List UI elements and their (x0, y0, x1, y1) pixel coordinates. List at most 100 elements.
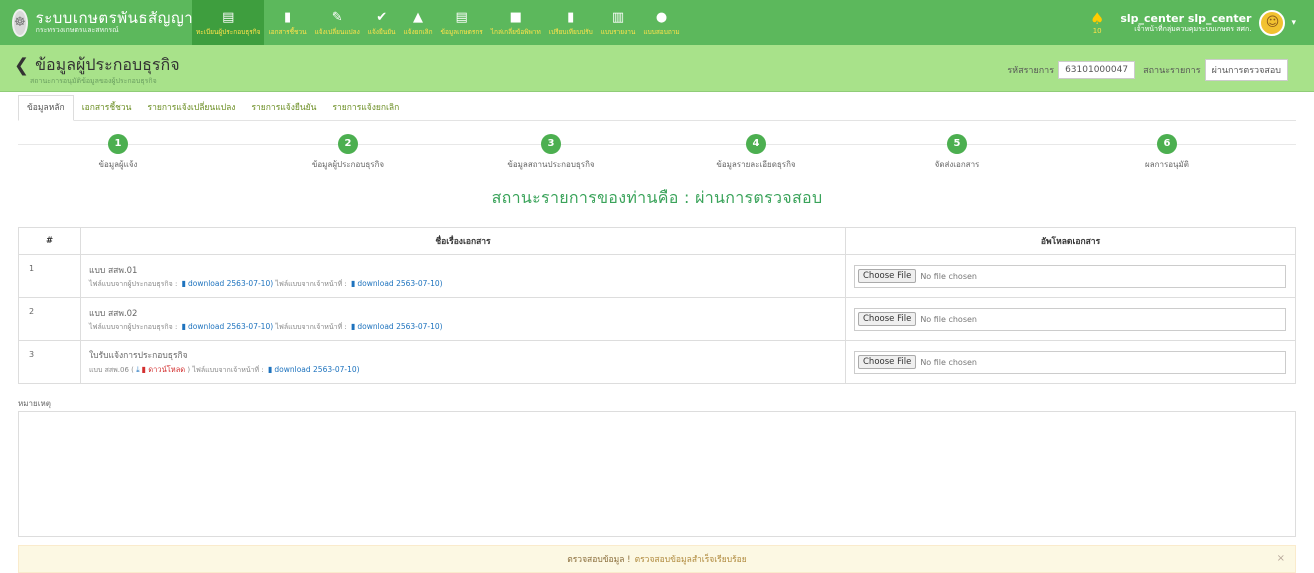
alert-message: ตรวจสอบข้อมูลสำเร็จเรียบร้อย (634, 555, 747, 565)
download-link[interactable]: download 2563-07-10) (357, 279, 442, 288)
document-links: ไฟล์แบบจากผู้ประกอบธุรกิจ : ▮ download 25… (89, 322, 845, 333)
nav-label: เปรียบเทียบปรับ (548, 28, 593, 36)
avatar[interactable]: ☺ (1259, 9, 1286, 36)
row-number: 3 (18, 340, 81, 384)
status-value: ผ่านการตรวจสอบ (1204, 59, 1288, 81)
ministry-logo-icon: ☸ (12, 8, 28, 37)
main-nav: ▤ ทะเบียนผู้ประกอบธุรกิจ ▮ เอกสารชี้ชวน … (192, 0, 684, 45)
download-link[interactable]: download 2563-07-10) (274, 365, 359, 374)
step-label: ผลการอนุมัติ (1145, 160, 1189, 169)
id-card-icon: ▤ (222, 10, 235, 25)
brand-title: ระบบเกษตรพันธสัญญา (35, 9, 194, 28)
column-header-upload: อัพโหลดเอกสาร (845, 227, 1296, 255)
pdf-icon: ▮ (141, 365, 147, 374)
bell-icon: ♠ (1090, 8, 1105, 28)
file-input[interactable]: Choose File No file chosen (854, 264, 1286, 288)
document-links: แบบ สสพ.06 ( ⤓ ▮ ดาวน์โหลด ) ไฟล์แบบจากเจ… (89, 364, 845, 376)
download-link[interactable]: download 2563-07-10) (188, 322, 273, 331)
file-status: No file chosen (920, 357, 977, 367)
file-status: No file chosen (920, 271, 977, 281)
file-icon: ▮ (181, 278, 186, 288)
step-1[interactable]: 1 ข้อมูลผู้แจ้ง (38, 134, 198, 171)
step-6[interactable]: 6 ผลการอนุมัติ (1087, 134, 1247, 171)
download-link[interactable]: download 2563-07-10) (357, 322, 442, 331)
step-number: 4 (746, 134, 766, 154)
tab-main-info[interactable]: ข้อมูลหลัก (18, 95, 74, 121)
top-navbar: ☸ ระบบเกษตรพันธสัญญา กระทรวงเกษตรและสหกร… (0, 0, 1314, 45)
remark-textarea[interactable] (18, 411, 1296, 537)
step-number: 6 (1157, 134, 1177, 154)
status-label: สถานะรายการ (1143, 66, 1201, 76)
step-2[interactable]: 2 ข้อมูลผู้ประกอบธุรกิจ (268, 134, 428, 171)
step-label: ข้อมูลผู้แจ้ง (98, 160, 138, 169)
document-title: แบบ สสพ.02 (89, 308, 138, 319)
nav-item-mediation[interactable]: ■ ไกล่เกลี่ยข้อพิพาท (487, 0, 545, 45)
users-icon: ● (655, 10, 668, 25)
document-cell: ใบรับแจ้งการประกอบธุรกิจ แบบ สสพ.06 ( ⤓ ▮… (80, 340, 846, 384)
step-number: 5 (947, 134, 967, 154)
back-chevron-icon[interactable]: ❮ (14, 55, 29, 76)
nav-label: ทะเบียนผู้ประกอบธุรกิจ (196, 28, 261, 36)
nav-label: เอกสารชี้ชวน (268, 28, 307, 36)
warning-icon: ▲ (413, 10, 424, 25)
download-icon[interactable]: ⤓ (136, 365, 140, 374)
step-number: 3 (541, 134, 561, 154)
step-number: 1 (108, 134, 128, 154)
step-3[interactable]: 3 ข้อมูลสถานประกอบธุรกิจ (471, 134, 631, 171)
ref-label: รหัสรายการ (1007, 66, 1055, 76)
nav-item-farmers[interactable]: ▤ ข้อมูลเกษตรกร (437, 0, 487, 45)
file-input[interactable]: Choose File No file chosen (854, 307, 1286, 331)
document-links: ไฟล์แบบจากผู้ประกอบธุรกิจ : ▮ download 25… (89, 279, 845, 290)
nav-label: แจ้งเปลี่ยนแปลง (314, 28, 360, 36)
nav-item-prospectus[interactable]: ▮ เอกสารชี้ชวน (264, 0, 310, 45)
nav-item-confirm[interactable]: ✔ แจ้งยืนยัน (364, 0, 400, 45)
file-input[interactable]: Choose File No file chosen (854, 350, 1286, 374)
step-5[interactable]: 5 จัดส่งเอกสาร (877, 134, 1037, 171)
nav-item-survey[interactable]: ● แบบสอบถาม (639, 0, 683, 45)
brand-subtitle: กระทรวงเกษตรและสหกรณ์ (35, 25, 119, 34)
file-label: ไฟล์แบบจากเจ้าหน้าที่ : (275, 279, 347, 288)
notification-bell[interactable]: ♠ 10 (1090, 8, 1105, 35)
choose-file-button[interactable]: Choose File (858, 355, 917, 369)
nav-item-registration[interactable]: ▤ ทะเบียนผู้ประกอบธุรกิจ (192, 0, 265, 45)
nav-item-fines[interactable]: ▮ เปรียบเทียบปรับ (545, 0, 597, 45)
step-label: จัดส่งเอกสาร (934, 160, 980, 169)
choose-file-button[interactable]: Choose File (858, 312, 917, 326)
tab-confirm-list[interactable]: รายการแจ้งยืนยัน (243, 96, 324, 120)
document-title: ใบรับแจ้งการประกอบธุรกิจ (89, 351, 188, 361)
tab-cancel-list[interactable]: รายการแจ้งยกเลิก (324, 96, 407, 120)
nav-item-reports[interactable]: ▥ แบบรายงาน (597, 0, 640, 45)
user-name: slp_center slp_center (1120, 11, 1252, 25)
download-link[interactable]: ดาวน์โหลด (148, 365, 185, 374)
file-status: No file chosen (920, 314, 977, 324)
table-row: 2 แบบ สสพ.02 ไฟล์แบบจากผู้ประกอบธุรกิจ :… (18, 297, 1296, 341)
page-subtitle: สถานะการอนุมัติข้อมูลของผู้ประกอบธุรกิจ (30, 77, 157, 85)
nav-label: ข้อมูลเกษตรกร (440, 28, 483, 36)
step-4[interactable]: 4 ข้อมูลรายละเอียดธุรกิจ (676, 134, 836, 171)
page-title-text: ข้อมูลผู้ประกอบธุรกิจ (35, 55, 180, 74)
nav-label: แบบรายงาน (600, 28, 636, 36)
upload-cell: Choose File No file chosen (845, 297, 1296, 341)
download-link[interactable]: download 2563-07-10) (188, 279, 273, 288)
tab-prospectus[interactable]: เอกสารชี้ชวน (74, 96, 140, 120)
tab-change-list[interactable]: รายการแจ้งเปลี่ยนแปลง (140, 96, 244, 120)
file-icon: ▮ (181, 321, 186, 331)
brand[interactable]: ☸ ระบบเกษตรพันธสัญญา กระทรวงเกษตรและสหกร… (0, 8, 194, 37)
check-icon: ✔ (376, 10, 388, 25)
file-label: ไฟล์แบบจากผู้ประกอบธุรกิจ : (89, 322, 178, 331)
file-icon: ▮ (351, 321, 356, 331)
step-number: 2 (338, 134, 358, 154)
file-icon: ▮ (351, 278, 356, 288)
nav-item-change[interactable]: ✎ แจ้งเปลี่ยนแปลง (311, 0, 364, 45)
edit-icon: ✎ (331, 10, 343, 25)
choose-file-button[interactable]: Choose File (858, 269, 917, 283)
row-number: 2 (18, 297, 81, 341)
chat-icon: ■ (509, 10, 522, 25)
nav-item-cancel[interactable]: ▲ แจ้งยกเลิก (399, 0, 436, 45)
remark-label: หมายเหตุ (18, 399, 51, 408)
close-icon[interactable]: × (1277, 553, 1285, 564)
file-label: ไฟล์แบบจากเจ้าหน้าที่ : (275, 322, 347, 331)
upload-cell: Choose File No file chosen (845, 340, 1296, 384)
file-label: ไฟล์แบบจากผู้ประกอบธุรกิจ : (89, 279, 178, 288)
chevron-down-icon[interactable]: ▾ (1291, 18, 1296, 28)
